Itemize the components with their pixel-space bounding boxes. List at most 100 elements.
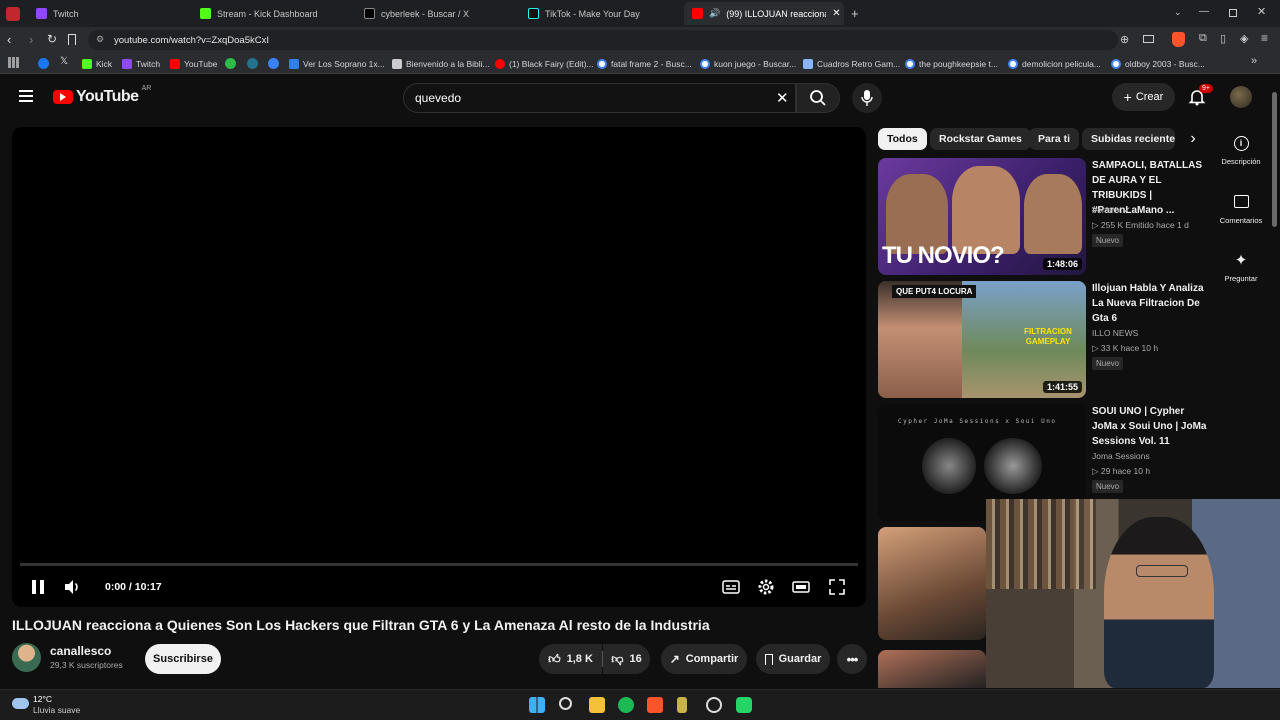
tab-search-icon[interactable]: ⌄ — [1174, 7, 1182, 18]
restore-icon[interactable] — [1229, 9, 1237, 17]
x-bookmark-icon[interactable]: 𝕏 — [60, 56, 68, 67]
recommendation-channel[interactable]: Vorterix ✔ — [1092, 205, 1130, 216]
audio-playing-icon[interactable]: 🔊 — [709, 8, 720, 19]
recommendation-thumbnail-partial[interactable] — [878, 650, 986, 688]
file-explorer-icon[interactable] — [589, 697, 605, 713]
tab-twitch[interactable]: Twitch — [28, 2, 193, 25]
more-bookmarks-icon[interactable]: » — [1251, 55, 1257, 67]
tab-youtube-active[interactable]: 🔊 (99) ILLOJUAN reacciona a Qu ✕ — [684, 2, 844, 25]
address-bar[interactable]: ⚙ youtube.com/watch?v=ZxqDoa5kCxI — [88, 30, 1118, 50]
youtube-logo[interactable]: YouTube AR — [53, 85, 151, 106]
whatsapp-icon[interactable] — [736, 697, 752, 713]
tab-tiktok[interactable]: TikTok - Make Your Day — [520, 2, 685, 25]
rail-description-button[interactable]: i Descripción — [1212, 136, 1270, 166]
obs-icon[interactable] — [706, 697, 722, 713]
create-button[interactable]: + Crear — [1112, 83, 1175, 111]
theater-mode-button[interactable] — [791, 577, 811, 597]
windows-start-icon[interactable] — [529, 697, 545, 713]
dislike-button[interactable]: 👎︎ 16 — [603, 644, 650, 674]
extensions-icon[interactable]: ⧉ — [1199, 32, 1207, 45]
page-scrollbar[interactable] — [1272, 92, 1277, 227]
cast-icon[interactable] — [1143, 35, 1154, 43]
facebook-bookmark-icon[interactable] — [38, 58, 49, 69]
chip-para-ti[interactable]: Para ti — [1029, 128, 1080, 150]
bookmark-youtube[interactable]: YouTube — [170, 57, 217, 70]
share-button[interactable]: ↗ Compartir — [661, 644, 747, 674]
bookmark-cuadros[interactable]: Cuadros Retro Gam... — [803, 57, 900, 70]
voice-search-button[interactable] — [852, 83, 882, 113]
recommendation-channel[interactable]: ILLO NEWS — [1092, 328, 1138, 338]
rail-comments-button[interactable]: Comentarios — [1212, 195, 1270, 225]
close-tab-icon[interactable]: ✕ — [832, 8, 840, 19]
more-actions-button[interactable]: ••• — [837, 644, 867, 674]
avatar[interactable] — [1230, 86, 1252, 108]
search-button[interactable] — [796, 83, 840, 113]
rain-cloud-icon — [12, 698, 29, 709]
edge-bookmark-icon[interactable] — [247, 58, 258, 69]
bookmark-poughkeepsie[interactable]: the poughkeepsie t... — [905, 57, 998, 70]
bookmark-kick[interactable]: Kick — [82, 57, 112, 70]
recommendation-channel[interactable]: Joma Sessions — [1092, 451, 1150, 461]
bookmark-black-fairy[interactable]: (1) Black Fairy (Edit)... — [495, 57, 594, 70]
spotify-icon[interactable] — [618, 697, 634, 713]
settings-button[interactable] — [756, 577, 776, 597]
search-icon[interactable] — [559, 697, 572, 710]
subscribe-button[interactable]: Suscribirse — [145, 644, 221, 674]
search-input[interactable]: quevedo ✕ — [403, 83, 796, 113]
tab-x-search[interactable]: cyberleek - Buscar / X — [356, 2, 521, 25]
apps-grid-icon[interactable] — [8, 57, 19, 68]
minimize-icon[interactable]: — — [1199, 6, 1209, 17]
bookmark-fatal-frame[interactable]: fatal frame 2 - Busc... — [597, 57, 692, 70]
back-icon[interactable]: ‹ — [7, 32, 11, 47]
app-icon[interactable] — [677, 697, 687, 713]
forward-icon[interactable]: › — [29, 32, 33, 47]
recommendation-item[interactable]: QUE PUT4 LOCURA FILTRACION GAMEPLAY 1:41… — [878, 281, 1208, 398]
google-icon — [1111, 58, 1121, 69]
cloud-bookmark-icon[interactable] — [268, 58, 279, 69]
hamburger-menu-icon[interactable] — [19, 90, 33, 102]
bookmark-oldboy[interactable]: oldboy 2003 - Busc... — [1111, 57, 1205, 70]
recommendation-title[interactable]: SOUI UNO | Cypher JoMa x Soui Uno | JoMa… — [1092, 404, 1212, 449]
fullscreen-button[interactable] — [827, 577, 847, 597]
bookmark-twitch[interactable]: Twitch — [122, 57, 160, 70]
chips-next-icon[interactable]: › — [1182, 128, 1204, 150]
chip-subidas-recientes[interactable]: Subidas recientes — [1082, 128, 1175, 150]
recommendation-thumbnail-partial[interactable] — [878, 527, 986, 640]
pause-button[interactable] — [28, 577, 48, 597]
site-info-icon[interactable]: ⚙ — [96, 34, 104, 45]
video-player[interactable]: 0:00 / 10:17 — [12, 127, 866, 607]
notifications-button[interactable]: 9+ — [1188, 84, 1213, 108]
save-button[interactable]: Guardar — [756, 644, 830, 674]
zoom-icon[interactable]: ⊕ — [1120, 33, 1129, 46]
tab-kick-dashboard[interactable]: Stream - Kick Dashboard — [192, 2, 357, 25]
channel-avatar[interactable] — [12, 643, 41, 672]
xbox-bookmark-icon[interactable] — [225, 58, 236, 69]
bookmark-soprano[interactable]: Ver Los Soprano 1x... — [289, 57, 385, 70]
browser-menu-icon[interactable] — [6, 7, 20, 21]
recommendation-item[interactable]: TU NOVIO? 1:48:06 SAMPAOLI, BATALLAS DE … — [878, 158, 1208, 275]
bookmark-biblioteca[interactable]: Bienvenido a la Bibli... — [392, 57, 490, 70]
brave-shields-icon[interactable] — [1172, 32, 1185, 47]
video-thumbnail[interactable]: TU NOVIO? 1:48:06 — [878, 158, 1086, 275]
subtitles-button[interactable] — [721, 577, 741, 597]
chip-todos[interactable]: Todos — [878, 128, 927, 150]
rail-ask-button[interactable]: ✦ Preguntar — [1212, 253, 1270, 284]
browser-menu-icon[interactable]: ≡ — [1261, 31, 1268, 45]
bookmark-icon[interactable] — [68, 34, 76, 45]
reload-icon[interactable]: ↻ — [47, 32, 57, 46]
new-tab-icon[interactable]: + — [851, 6, 859, 21]
bookmark-kuon[interactable]: kuon juego - Buscar... — [700, 57, 796, 70]
channel-name[interactable]: canallesco — [50, 644, 111, 658]
close-window-icon[interactable]: ✕ — [1257, 5, 1266, 18]
progress-bar[interactable] — [20, 563, 858, 566]
bookmark-demolicion[interactable]: demolicion pelicula... — [1008, 57, 1101, 70]
like-button[interactable]: 👍︎ 1,8 K — [539, 644, 602, 674]
brave-browser-icon[interactable] — [647, 697, 663, 713]
vpn-icon[interactable]: ◈ — [1240, 32, 1248, 45]
chip-rockstar-games[interactable]: Rockstar Games — [930, 128, 1031, 150]
clear-search-icon[interactable]: ✕ — [776, 89, 789, 107]
sidebar-icon[interactable]: ▯ — [1220, 32, 1226, 45]
video-thumbnail[interactable]: QUE PUT4 LOCURA FILTRACION GAMEPLAY 1:41… — [878, 281, 1086, 398]
mute-button[interactable] — [62, 577, 82, 597]
recommendation-title[interactable]: Illojuan Habla Y Analiza La Nueva Filtra… — [1092, 281, 1212, 326]
